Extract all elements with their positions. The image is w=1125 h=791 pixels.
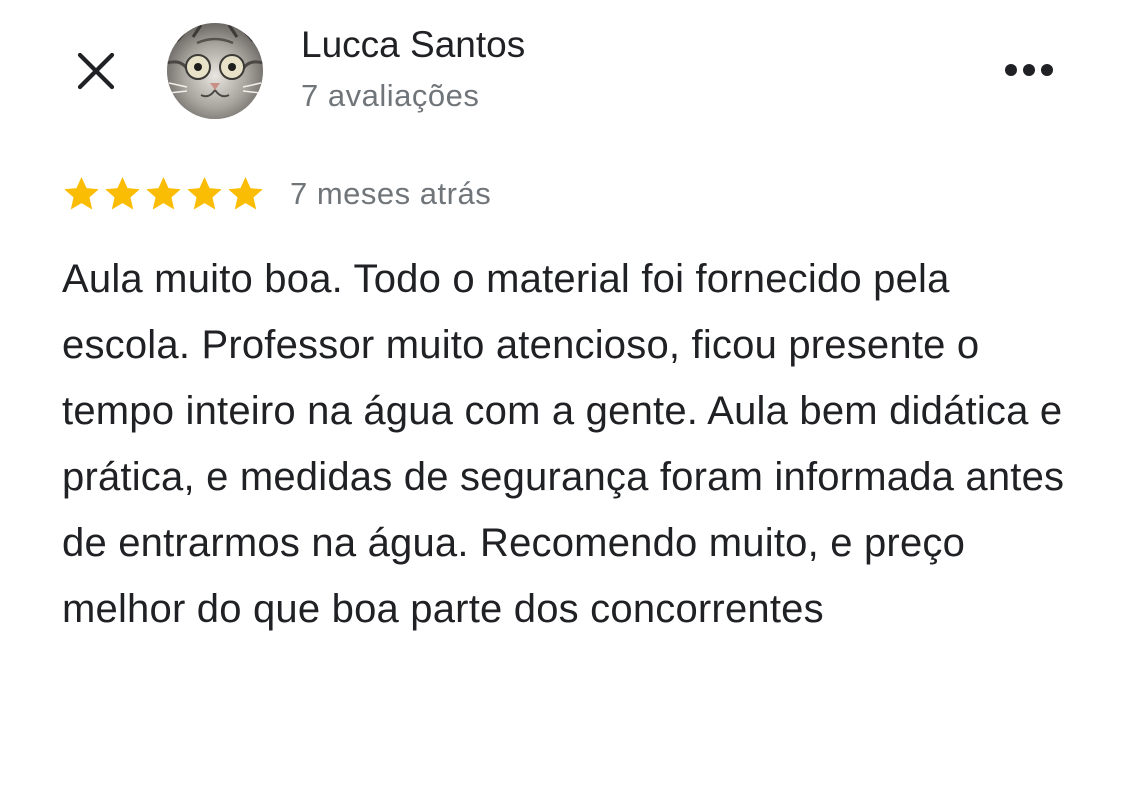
avatar[interactable] bbox=[167, 23, 263, 119]
star-icon bbox=[228, 176, 263, 209]
star-icon bbox=[64, 176, 99, 209]
cat-avatar bbox=[167, 23, 263, 119]
reviewer-name[interactable]: Lucca Santos bbox=[301, 24, 525, 66]
rating-row: 7 meses atrás bbox=[62, 172, 491, 216]
review-text: Aula muito boa. Todo o material foi forn… bbox=[62, 257, 1065, 631]
close-button[interactable] bbox=[70, 45, 122, 97]
review-date: 7 meses atrás bbox=[290, 176, 492, 211]
star-icon bbox=[187, 176, 222, 209]
more-options-button[interactable] bbox=[996, 50, 1062, 90]
star-icon bbox=[146, 176, 181, 209]
star-icon bbox=[105, 176, 140, 209]
review-count[interactable]: 7 avaliações bbox=[301, 78, 479, 114]
more-horizontal-icon bbox=[1005, 64, 1053, 76]
star-rating bbox=[62, 175, 265, 214]
close-icon bbox=[77, 52, 115, 90]
review-header: Lucca Santos 7 avaliações bbox=[0, 0, 1125, 140]
